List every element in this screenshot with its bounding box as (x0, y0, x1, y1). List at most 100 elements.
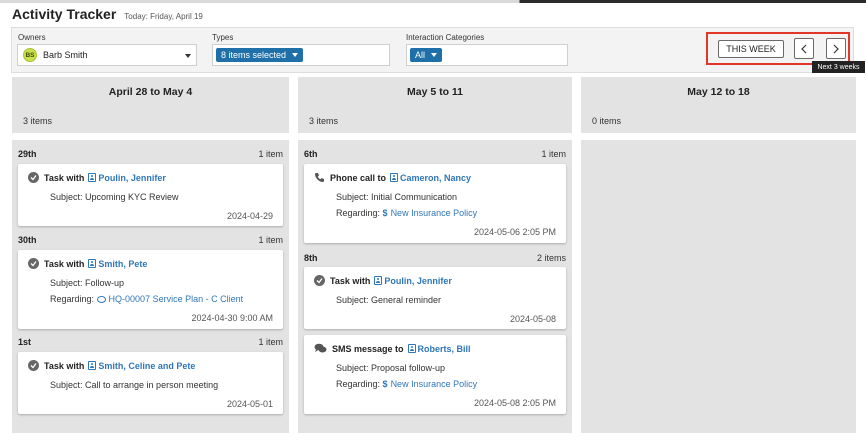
regarding-link[interactable]: HQ-00007 Service Plan - C Client (109, 294, 244, 304)
day-label: 6th (304, 149, 318, 159)
chevron-down-icon (185, 54, 191, 58)
card-type-label: Task with (44, 258, 85, 269)
day-header: 6th 1 item (298, 147, 572, 161)
week-column-header: May 12 to 18 0 items (581, 77, 856, 133)
categories-value: All (415, 50, 426, 60)
activity-card[interactable]: Phone call to Cameron, Nancy Subject: In… (304, 164, 566, 243)
activity-card[interactable]: Task with Poulin, Jennifer Subject: Upco… (18, 164, 283, 226)
card-title: Task with Poulin, Jennifer (28, 172, 166, 183)
this-week-button[interactable]: THIS WEEK (718, 40, 784, 58)
card-subject: Subject: Call to arrange in person meeti… (50, 380, 219, 390)
card-date: 2024-05-08 (509, 314, 556, 324)
categories-select[interactable]: All (410, 48, 443, 62)
dollar-icon: $ (382, 208, 388, 218)
card-type-label: SMS message to (332, 343, 404, 354)
page-title: Activity Tracker (12, 6, 117, 22)
dollar-icon: $ (382, 379, 388, 389)
contact-link[interactable]: Smith, Celine and Pete (98, 361, 195, 371)
card-type-label: Task with (44, 172, 85, 183)
categories-field[interactable]: All (406, 44, 568, 66)
activity-card[interactable]: Task with Poulin, Jennifer Subject: Gene… (304, 267, 566, 329)
types-select[interactable]: 8 items selected (216, 48, 304, 62)
chevron-down-icon (292, 53, 299, 57)
categories-label: Interaction Categories (406, 33, 485, 42)
day-header: 8th 2 items (298, 251, 572, 265)
week-count: 3 items (23, 116, 53, 126)
week-column-header: May 5 to 11 3 items (298, 77, 572, 133)
activity-card[interactable]: Task with Smith, Celine and Pete Subject… (18, 352, 283, 414)
card-subject: Subject: Follow-up (50, 278, 125, 288)
card-date: 2024-04-29 (226, 211, 273, 221)
week-range: May 5 to 11 (406, 86, 464, 98)
card-type-label: Task with (330, 275, 371, 286)
regarding-link[interactable]: New Insurance Policy (391, 379, 478, 389)
owners-dropdown[interactable]: BS Barb Smith (17, 44, 197, 66)
title-bar: Activity Tracker Today: Friday, April 19 (12, 6, 203, 26)
top-border (0, 0, 866, 3)
card-regarding: Regarding: $ New Insurance Policy (336, 208, 477, 218)
day-count: 1 item (258, 149, 283, 159)
day-header: 1st 1 item (12, 335, 289, 349)
contact-icon (88, 259, 97, 268)
day-label: 30th (18, 235, 37, 245)
phone-icon (315, 173, 324, 182)
activity-card[interactable]: SMS message to Roberts, Bill Subject: Pr… (304, 335, 566, 414)
card-subject: Subject: General reminder (336, 295, 442, 305)
types-value: 8 items selected (221, 50, 287, 60)
activity-card[interactable]: Task with Smith, Pete Subject: Follow-up… (18, 250, 283, 329)
card-type-label: Task with (44, 360, 85, 371)
day-count: 1 item (258, 337, 283, 347)
contact-icon (88, 361, 97, 370)
day-label: 29th (18, 149, 37, 159)
week-range: April 28 to May 4 (108, 86, 193, 98)
card-title: Task with Smith, Pete (28, 258, 147, 269)
task-check-icon (28, 360, 39, 371)
contact-link[interactable]: Roberts, Bill (418, 344, 471, 354)
day-label: 8th (304, 253, 318, 263)
types-field[interactable]: 8 items selected (212, 44, 390, 66)
card-title: Task with Smith, Celine and Pete (28, 360, 195, 371)
week-column-body (581, 140, 856, 433)
week-column-body: 6th 1 item Phone call to Cameron, Nancy … (298, 140, 572, 433)
next-tooltip: Next 3 weeks (812, 61, 865, 73)
sms-chat-icon (314, 343, 327, 353)
contact-link[interactable]: Poulin, Jennifer (384, 276, 452, 286)
task-check-icon (28, 172, 39, 183)
avatar: BS (23, 48, 37, 62)
week-column-body: 29th 1 item Task with Poulin, Jennifer S… (12, 140, 289, 433)
card-regarding: Regarding: HQ-00007 Service Plan - C Cli… (50, 294, 243, 304)
card-date: 2024-05-08 2:05 PM (473, 398, 556, 408)
owner-name: Barb Smith (43, 50, 88, 60)
regarding-link[interactable]: New Insurance Policy (391, 208, 478, 218)
card-date: 2024-05-01 (226, 399, 273, 409)
card-title: Task with Poulin, Jennifer (314, 275, 452, 286)
week-count: 3 items (309, 116, 339, 126)
owners-label: Owners (18, 33, 46, 42)
day-label: 1st (18, 337, 32, 347)
card-regarding: Regarding: $ New Insurance Policy (336, 379, 477, 389)
card-date: 2024-05-06 2:05 PM (473, 227, 556, 237)
card-title: Phone call to Cameron, Nancy (314, 172, 471, 183)
next-button[interactable] (826, 38, 846, 59)
contact-icon (88, 173, 97, 182)
card-subject: Subject: Initial Communication (336, 192, 458, 202)
previous-button[interactable] (794, 38, 814, 59)
chevron-right-icon (833, 44, 839, 53)
regarding-label: Regarding: (50, 294, 95, 304)
types-label: Types (212, 33, 234, 42)
contact-icon (390, 173, 399, 182)
week-column-header: April 28 to May 4 3 items (12, 77, 289, 133)
day-header: 30th 1 item (12, 233, 289, 247)
week-range: May 12 to 18 (687, 86, 750, 98)
task-check-icon (28, 258, 39, 269)
week-count: 0 items (592, 116, 622, 126)
contact-link[interactable]: Smith, Pete (98, 259, 147, 269)
regarding-label: Regarding: (336, 379, 381, 389)
chevron-left-icon (801, 44, 807, 53)
contact-link[interactable]: Cameron, Nancy (400, 173, 471, 183)
contact-link[interactable]: Poulin, Jennifer (98, 173, 166, 183)
chat-bubble-icon (96, 296, 106, 304)
day-header: 29th 1 item (12, 147, 289, 161)
day-count: 1 item (258, 235, 283, 245)
day-count: 1 item (541, 149, 566, 159)
